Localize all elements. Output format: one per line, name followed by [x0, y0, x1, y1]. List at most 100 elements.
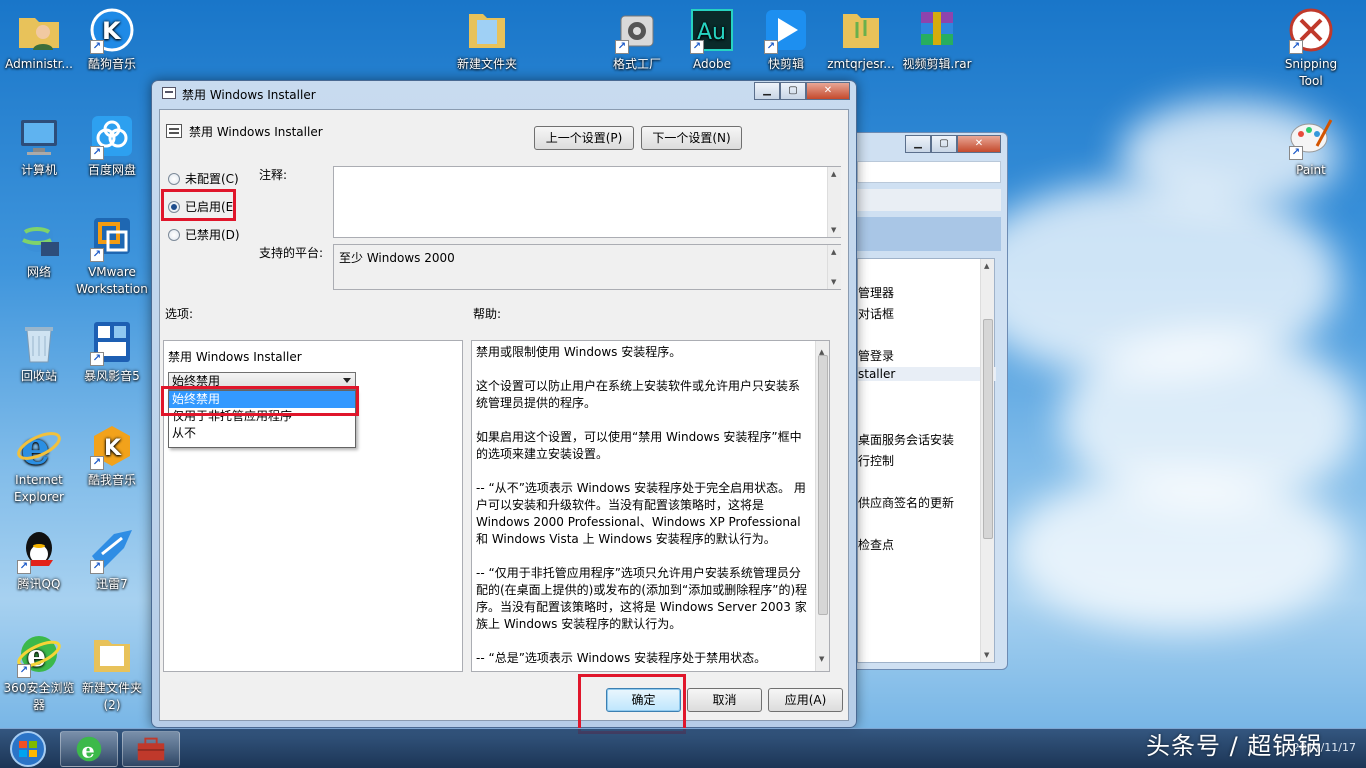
desktop-icon-baidu-netdisk[interactable]: ↗ 百度网盘	[73, 112, 151, 179]
svg-text:K: K	[102, 17, 122, 45]
desktop-icon-label: zmtqrjesr...	[827, 57, 895, 71]
minimize-button[interactable]: ▁	[905, 135, 931, 153]
desktop-icon-internet-explorer[interactable]: e Internet Explorer	[0, 421, 78, 506]
shortcut-arrow-icon: ↗	[1289, 40, 1303, 54]
list-item[interactable]: 管登录	[858, 347, 894, 364]
taskbar-group-policy[interactable]	[122, 731, 180, 767]
desktop-icon-label: 网络	[26, 265, 51, 279]
shortcut-arrow-icon: ↗	[90, 40, 104, 54]
vertical-scrollbar[interactable]: ▲ ▼	[980, 259, 994, 662]
platform-scrollbar[interactable]: ▲ ▼	[827, 245, 841, 289]
list-item[interactable]: 行控制	[858, 452, 894, 469]
desktop-icon-label: Adobe	[693, 57, 731, 71]
minimize-button[interactable]: ▁	[754, 82, 780, 100]
desktop-icon-label: Snipping Tool	[1284, 57, 1338, 88]
desktop-icon-vmware[interactable]: ↗ VMware Workstation	[73, 214, 151, 298]
window-controls: ▁ ▢ ✕	[754, 82, 850, 100]
desktop-icon-baofeng[interactable]: ↗ 暴风影音5	[73, 318, 151, 385]
desktop-icon-new-folder-2[interactable]: 新建文件夹 (2)	[73, 630, 151, 714]
next-setting-button[interactable]: 下一个设置(N)	[641, 126, 742, 150]
taskbar-360-browser[interactable]: e	[60, 731, 118, 767]
cancel-button[interactable]: 取消	[687, 688, 762, 712]
background-window[interactable]: ▁ ▢ ✕ 管理器 对话框 管登录 staller 桌面服务会话安装 行控制 供…	[848, 132, 1008, 670]
desktop-icon-label: VMware Workstation	[76, 265, 148, 296]
comment-label: 注释:	[259, 168, 288, 182]
desktop-icon-recycle-bin[interactable]: 回收站	[0, 318, 78, 385]
list-item[interactable]: 对话框	[858, 305, 894, 322]
desktop-icon-label: 360安全浏览器	[3, 681, 75, 712]
highlight-dropdown-option	[161, 386, 359, 416]
close-button[interactable]: ✕	[806, 82, 850, 100]
header-strip	[857, 217, 1001, 251]
comment-textarea[interactable]	[333, 166, 841, 238]
radio-not-configured[interactable]: 未配置(C)	[168, 170, 239, 187]
dialog-title: 禁用 Windows Installer	[182, 88, 316, 102]
desktop-icon-new-folder[interactable]: 新建文件夹	[448, 6, 526, 73]
maximize-button[interactable]: ▢	[931, 135, 957, 153]
desktop-icon-kuaijianji[interactable]: ↗ 快剪辑	[747, 6, 825, 73]
svg-text:e: e	[21, 422, 50, 470]
toolbar	[857, 189, 1001, 211]
help-paragraph: 这个设置可以防止用户在系统上安装软件或允许用户只安装系统管理员提供的程序。	[476, 379, 801, 410]
desktop-icon-label: 新建文件夹	[456, 57, 517, 71]
desktop-icon-360-browser[interactable]: e ↗ 360安全浏览器	[0, 630, 78, 714]
shortcut-arrow-icon: ↗	[90, 456, 104, 470]
desktop-icon-label: 暴风影音5	[84, 369, 140, 383]
360-browser-icon: e	[76, 736, 102, 763]
radio-label: 已禁用(D)	[185, 228, 240, 242]
desktop-icon-label: 计算机	[20, 163, 57, 177]
address-bar[interactable]	[857, 161, 1001, 183]
list-item[interactable]: 管理器	[858, 284, 894, 301]
desktop-icon-format-factory[interactable]: ↗ 格式工厂	[598, 6, 676, 73]
highlight-ok-button	[578, 674, 686, 734]
desktop-icon-zmtqrjesr[interactable]: zmtqrjesr...	[822, 6, 900, 73]
radio-circle	[168, 172, 180, 185]
shortcut-arrow-icon: ↗	[90, 146, 104, 160]
toolbox-icon	[137, 737, 165, 761]
desktop-icon-adobe-audition[interactable]: Au ↗ Adobe	[673, 6, 751, 73]
radio-disabled[interactable]: 已禁用(D)	[168, 226, 240, 243]
help-text-panel: 禁用或限制使用 Windows 安装程序。 这个设置可以防止用户在系统上安装软件…	[471, 340, 830, 672]
cloud	[1010, 470, 1350, 630]
desktop-icon-paint[interactable]: ↗ Paint	[1272, 112, 1350, 179]
desktop-icon-network[interactable]: 网络	[0, 214, 78, 281]
desktop-icon-video-rar[interactable]: 视频剪辑.rar	[898, 6, 976, 73]
desktop-icon-label: 回收站	[20, 369, 57, 383]
list-item[interactable]: 供应商签名的更新	[858, 494, 954, 511]
previous-setting-button[interactable]: 上一个设置(P)	[534, 126, 634, 150]
list-item[interactable]: 桌面服务会话安装	[858, 431, 954, 448]
desktop-icon-label: 迅雷7	[96, 577, 128, 591]
desktop-icon-label: 百度网盘	[87, 163, 136, 177]
desktop-icon-label: 快剪辑	[767, 57, 804, 71]
policy-icon	[166, 124, 182, 138]
chevron-down-icon	[343, 378, 351, 383]
comment-scrollbar[interactable]: ▲ ▼	[827, 167, 841, 237]
dropdown-option-never[interactable]: 从不	[169, 425, 355, 442]
desktop-icon-label: 酷我音乐	[87, 473, 136, 487]
desktop-icon-qq[interactable]: ↗ 腾讯QQ	[0, 526, 78, 593]
dialog-titlebar[interactable]: 禁用 Windows Installer ▁ ▢ ✕	[152, 81, 856, 107]
help-label: 帮助:	[473, 307, 502, 321]
svg-text:K: K	[104, 436, 122, 461]
start-button[interactable]	[4, 730, 52, 768]
list-item[interactable]: 检查点	[858, 536, 894, 553]
maximize-button[interactable]: ▢	[780, 82, 806, 100]
desktop-icon-label: 视频剪辑.rar	[902, 57, 972, 71]
close-button[interactable]: ✕	[957, 135, 1001, 153]
desktop-icon-label: Paint	[1296, 163, 1326, 177]
apply-button[interactable]: 应用(A)	[768, 688, 843, 712]
svg-text:e: e	[81, 738, 94, 763]
help-paragraph: -- “从不”选项表示 Windows 安装程序处于完全启用状态。 用户可以安装…	[476, 481, 806, 546]
desktop-icon-computer[interactable]: 计算机	[0, 112, 78, 179]
help-scrollbar[interactable]: ▲ ▼	[815, 341, 829, 671]
desktop-icon-snipping-tool[interactable]: ↗ Snipping Tool	[1272, 6, 1350, 90]
desktop-icon-kuwo-music[interactable]: K ↗ 酷我音乐	[73, 422, 151, 489]
desktop-icon-kugou-music[interactable]: K ↗ 酷狗音乐	[73, 6, 151, 73]
desktop-icon-xunlei[interactable]: ↗ 迅雷7	[73, 526, 151, 593]
desktop-icon-label: 格式工厂	[612, 57, 661, 71]
help-paragraph: -- “总是”选项表示 Windows 安装程序处于禁用状态。	[476, 651, 767, 665]
shortcut-arrow-icon: ↗	[90, 248, 104, 262]
desktop-icon-administrator[interactable]: Administr...	[0, 6, 78, 73]
help-paragraph: 禁用或限制使用 Windows 安装程序。	[476, 345, 682, 359]
list-item[interactable]: staller	[858, 367, 996, 381]
